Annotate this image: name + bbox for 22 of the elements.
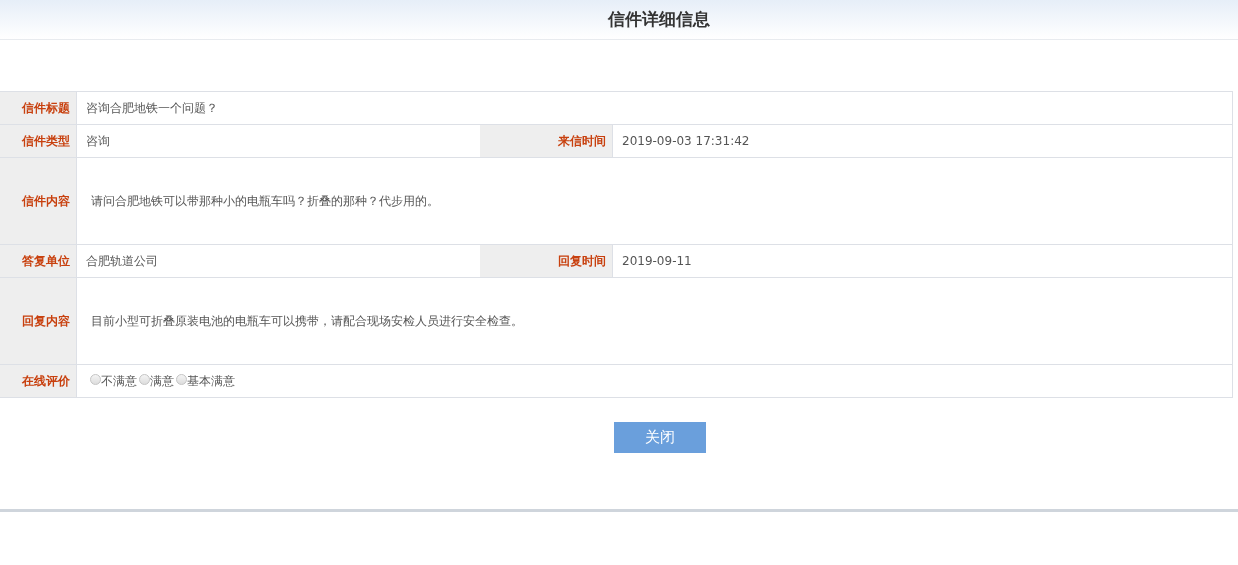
field-value: 咨询合肥地铁一个问题？ [85, 99, 219, 117]
field-label: 信件类型 [0, 125, 77, 157]
radio-label[interactable]: 不满意 [101, 372, 137, 390]
field-value: 请问合肥地铁可以带那种小的电瓶车吗？折叠的那种？代步用的。 [90, 192, 440, 210]
field-label: 答复单位 [0, 245, 77, 277]
field-label: 来信时间 [480, 125, 613, 157]
field-label: 回复内容 [0, 278, 77, 364]
radio-button[interactable] [176, 373, 187, 385]
field-label: 回复时间 [480, 245, 613, 277]
radio-button[interactable] [139, 373, 150, 385]
radio-label[interactable]: 基本满意 [187, 372, 235, 390]
field-label: 在线评价 [0, 365, 77, 397]
radio-label[interactable]: 满意 [150, 372, 174, 390]
radio-button[interactable] [90, 373, 101, 385]
field-value: 2019-09-03 17:31:42 [621, 133, 751, 150]
field-value: 目前小型可折叠原装电池的电瓶车可以携带，请配合现场安检人员进行安全检查。 [90, 312, 524, 330]
field-label: 信件内容 [0, 158, 77, 244]
page-title: 信件详细信息 [608, 8, 710, 31]
field-value: 咨询 [85, 132, 111, 150]
field-value: 合肥轨道公司 [85, 252, 159, 270]
field-value: 2019-09-11 [621, 253, 693, 270]
field-label: 信件标题 [0, 92, 77, 124]
